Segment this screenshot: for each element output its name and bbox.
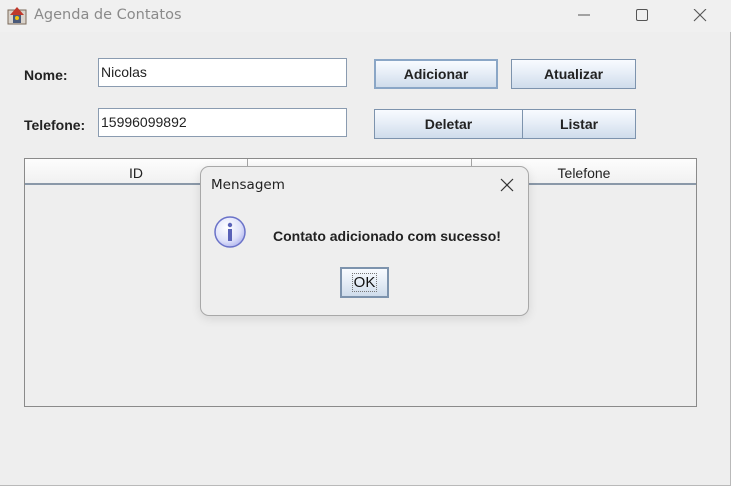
- nome-label: Nome:: [24, 67, 68, 83]
- maximize-button[interactable]: [619, 0, 665, 32]
- minimize-icon: [578, 14, 590, 16]
- message-dialog: Mensagem Contato adicionado com sucesso!…: [200, 166, 529, 316]
- info-icon: [214, 216, 246, 248]
- ok-button[interactable]: OK: [340, 267, 389, 298]
- dialog-message: Contato adicionado com sucesso!: [273, 228, 501, 244]
- telefone-label: Telefone:: [24, 117, 86, 133]
- title-bar: Agenda de Contatos: [0, 0, 731, 32]
- deletar-button[interactable]: Deletar: [374, 109, 523, 139]
- minimize-button[interactable]: [561, 0, 607, 32]
- adicionar-button[interactable]: Adicionar: [374, 59, 498, 89]
- listar-button[interactable]: Listar: [522, 109, 636, 139]
- window-title: Agenda de Contatos: [34, 7, 182, 23]
- close-icon: [693, 9, 707, 22]
- nome-field[interactable]: Nicolas: [98, 58, 347, 87]
- telefone-field[interactable]: 15996099892: [98, 108, 347, 137]
- ok-label: OK: [351, 273, 378, 292]
- atualizar-button[interactable]: Atualizar: [511, 59, 636, 89]
- java-app-icon: [7, 7, 27, 25]
- maximize-icon: [636, 9, 648, 21]
- close-window-button[interactable]: [677, 0, 723, 32]
- dialog-title: Mensagem: [211, 177, 285, 193]
- close-icon[interactable]: [500, 178, 514, 192]
- main-window: Agenda de Contatos Nome: Nicolas Telefon…: [0, 0, 731, 486]
